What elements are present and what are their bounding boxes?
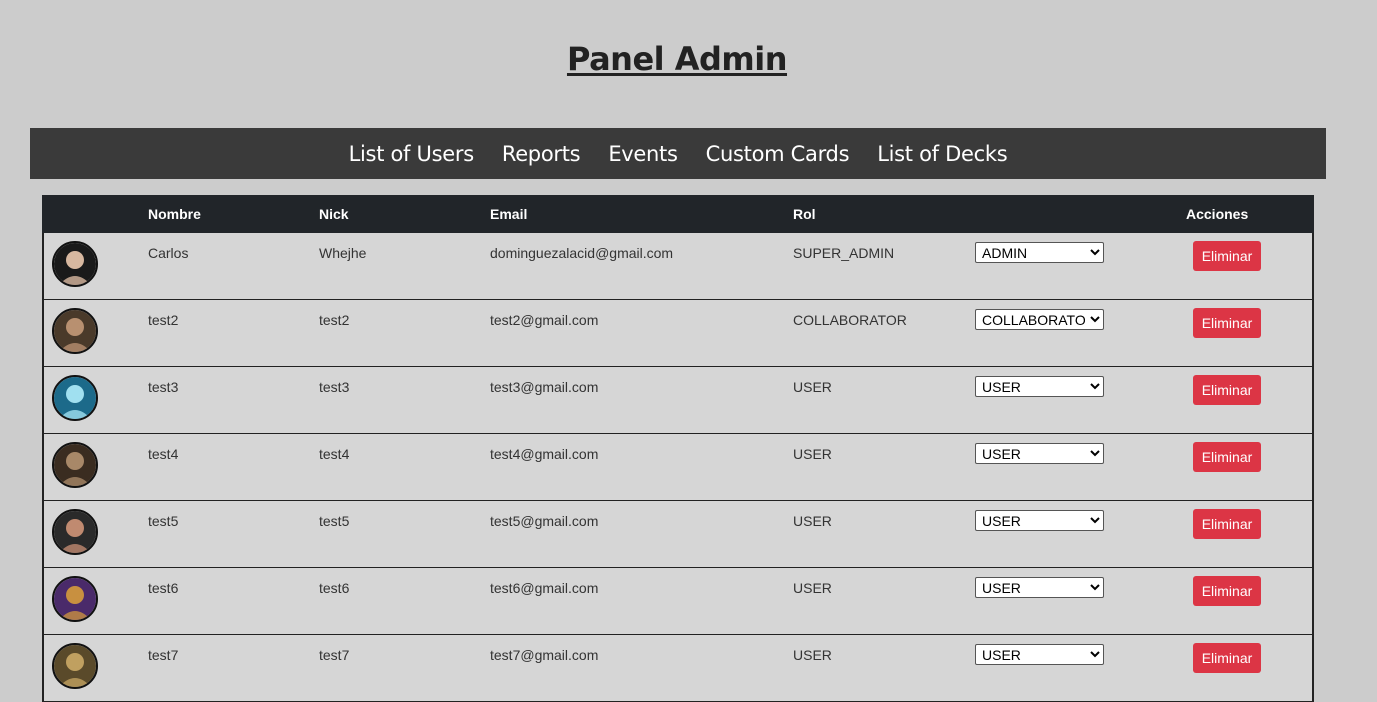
cell-name: test2 [148, 312, 179, 328]
cell-email: test2@gmail.com [490, 312, 599, 328]
cell-email: test3@gmail.com [490, 379, 599, 395]
avatar [52, 375, 98, 421]
nav-list-of-decks[interactable]: List of Decks [877, 142, 1007, 166]
nav-list-of-users[interactable]: List of Users [349, 142, 475, 166]
cell-email: dominguezalacid@gmail.com [490, 245, 674, 261]
cell-role: USER [793, 513, 832, 529]
cell-role: USER [793, 580, 832, 596]
cell-nick: test7 [319, 647, 350, 663]
cell-nick: test4 [319, 446, 350, 462]
table-body: Carlos Whejhe dominguezalacid@gmail.com … [42, 233, 1314, 702]
avatar [52, 576, 98, 622]
table-row: test4 test4 test4@gmail.com USER SUPER_A… [44, 434, 1312, 501]
role-select[interactable]: SUPER_ADMINADMINCOLLABORATORUSER [975, 443, 1104, 464]
avatar [52, 509, 98, 555]
delete-button[interactable]: Eliminar [1193, 643, 1261, 673]
table-row: test7 test7 test7@gmail.com USER SUPER_A… [44, 635, 1312, 702]
nav-custom-cards[interactable]: Custom Cards [706, 142, 850, 166]
table-row: Carlos Whejhe dominguezalacid@gmail.com … [44, 233, 1312, 300]
page-title: Panel Admin [566, 40, 788, 78]
header-nick: Nick [319, 206, 349, 222]
cell-email: test5@gmail.com [490, 513, 599, 529]
cell-name: Carlos [148, 245, 189, 261]
role-select[interactable]: SUPER_ADMINADMINCOLLABORATORUSER [975, 376, 1104, 397]
cell-name: test4 [148, 446, 179, 462]
cell-name: test5 [148, 513, 179, 529]
nav-reports[interactable]: Reports [502, 142, 581, 166]
header-email: Email [490, 206, 528, 222]
header-actions: Acciones [1186, 206, 1249, 222]
nav-events[interactable]: Events [608, 142, 678, 166]
admin-navbar: List of Users Reports Events Custom Card… [30, 128, 1326, 179]
header-name: Nombre [148, 206, 201, 222]
delete-button[interactable]: Eliminar [1193, 509, 1261, 539]
cell-nick: test3 [319, 379, 350, 395]
table-row: test3 test3 test3@gmail.com USER SUPER_A… [44, 367, 1312, 434]
role-select[interactable]: SUPER_ADMINADMINCOLLABORATORUSER [975, 242, 1104, 263]
delete-button[interactable]: Eliminar [1193, 442, 1261, 472]
cell-role: USER [793, 446, 832, 462]
avatar [52, 308, 98, 354]
delete-button[interactable]: Eliminar [1193, 576, 1261, 606]
cell-role: SUPER_ADMIN [793, 245, 895, 261]
role-select[interactable]: SUPER_ADMINADMINCOLLABORATORUSER [975, 510, 1104, 531]
cell-nick: Whejhe [319, 245, 367, 261]
avatar [52, 442, 98, 488]
cell-nick: test5 [319, 513, 350, 529]
delete-button[interactable]: Eliminar [1193, 241, 1261, 271]
table-row: test6 test6 test6@gmail.com USER SUPER_A… [44, 568, 1312, 635]
cell-email: test4@gmail.com [490, 446, 599, 462]
avatar [52, 643, 98, 689]
header-role: Rol [793, 206, 816, 222]
cell-role: COLLABORATOR [793, 312, 907, 328]
role-select[interactable]: SUPER_ADMINADMINCOLLABORATORUSER [975, 309, 1104, 330]
cell-role: USER [793, 647, 832, 663]
delete-button[interactable]: Eliminar [1193, 375, 1261, 405]
table-header: Nombre Nick Email Rol Acciones [42, 195, 1314, 233]
cell-role: USER [793, 379, 832, 395]
cell-name: test3 [148, 379, 179, 395]
cell-name: test6 [148, 580, 179, 596]
users-table: Nombre Nick Email Rol Acciones Carlos Wh… [42, 195, 1314, 702]
cell-nick: test6 [319, 580, 350, 596]
avatar [52, 241, 98, 287]
role-select[interactable]: SUPER_ADMINADMINCOLLABORATORUSER [975, 577, 1104, 598]
cell-email: test7@gmail.com [490, 647, 599, 663]
table-row: test5 test5 test5@gmail.com USER SUPER_A… [44, 501, 1312, 568]
delete-button[interactable]: Eliminar [1193, 308, 1261, 338]
cell-name: test7 [148, 647, 179, 663]
cell-nick: test2 [319, 312, 350, 328]
table-row: test2 test2 test2@gmail.com COLLABORATOR… [44, 300, 1312, 367]
cell-email: test6@gmail.com [490, 580, 599, 596]
